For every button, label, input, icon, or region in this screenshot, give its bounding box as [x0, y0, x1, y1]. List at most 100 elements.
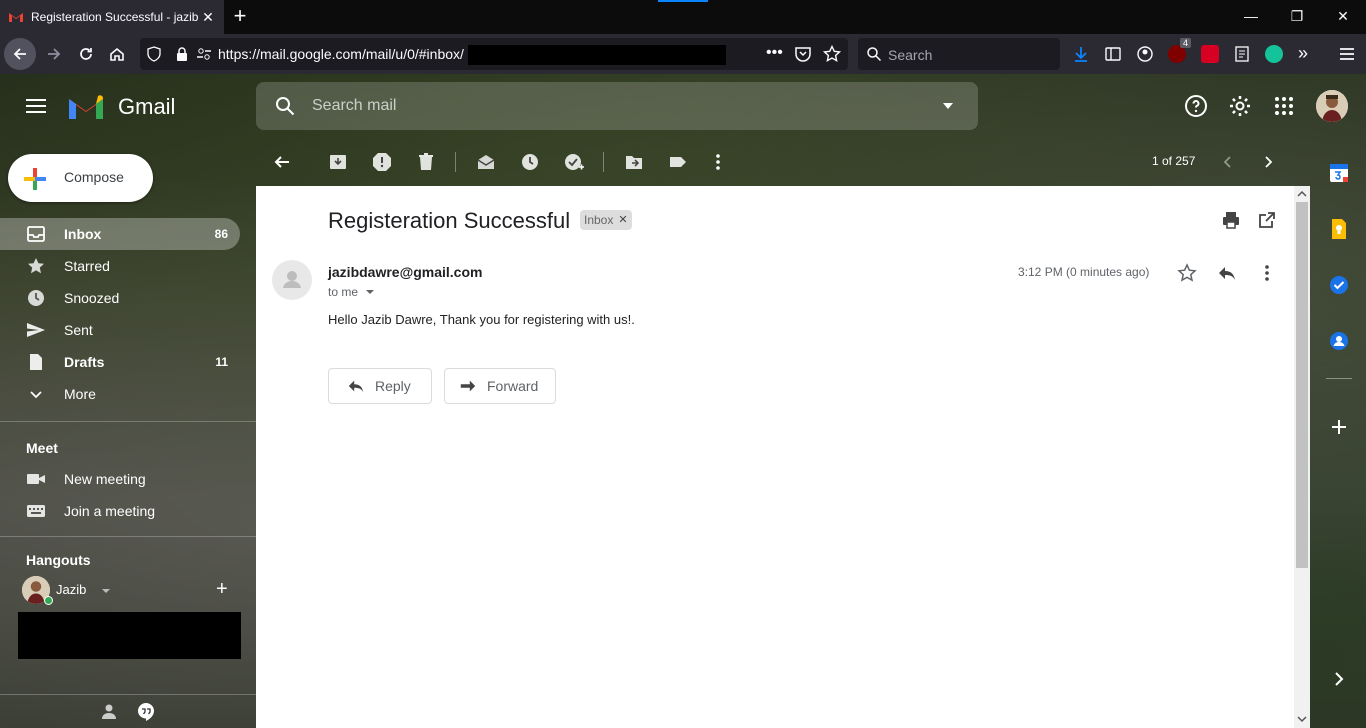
main-menu-icon[interactable]	[22, 94, 50, 118]
hangouts-user-name[interactable]: Jazib	[56, 582, 86, 597]
tab-close-icon[interactable]: ✕	[200, 9, 216, 25]
forward-button[interactable]	[38, 38, 70, 70]
online-status-dot	[44, 596, 53, 605]
side-panel-divider	[1326, 378, 1352, 379]
help-icon[interactable]	[1184, 94, 1208, 118]
permissions-icon[interactable]	[196, 46, 212, 62]
sidebar-item-label: Inbox	[64, 226, 102, 242]
forward-button[interactable]: Forward	[444, 368, 556, 404]
move-to-icon[interactable]	[624, 152, 644, 172]
snooze-clock-icon[interactable]	[520, 152, 540, 172]
archive-icon[interactable]	[328, 152, 348, 172]
expand-panel-chevron-icon[interactable]	[1328, 668, 1350, 690]
url-bar[interactable]: https://mail.google.com/mail/u/0/#inbox/…	[140, 38, 848, 70]
delete-trash-icon[interactable]	[416, 152, 436, 172]
recipient-summary[interactable]: to me	[328, 285, 375, 299]
contacts-icon[interactable]	[1328, 330, 1350, 352]
hangouts-section-title: Hangouts	[26, 552, 91, 568]
sidebar-divider	[0, 536, 256, 537]
new-tab-button[interactable]: +	[228, 5, 252, 29]
browser-menu-icon[interactable]	[1338, 45, 1356, 63]
sidebar-item-more[interactable]: More	[0, 378, 240, 410]
remove-label-icon[interactable]: ✕	[618, 210, 627, 230]
tasks-icon[interactable]	[1328, 274, 1350, 296]
compose-button[interactable]: Compose	[8, 154, 153, 202]
status-dropdown-icon[interactable]	[100, 586, 112, 596]
scroll-down-arrow-icon[interactable]	[1297, 715, 1307, 723]
page-actions-menu-icon[interactable]: •••	[766, 44, 783, 62]
compose-plus-icon	[24, 168, 46, 190]
scroll-up-arrow-icon[interactable]	[1297, 190, 1307, 198]
shield-icon[interactable]	[146, 46, 162, 62]
join-meeting-item[interactable]: Join a meeting	[0, 495, 240, 527]
label-tag-icon[interactable]	[668, 152, 688, 172]
sidebar-divider	[0, 421, 256, 422]
sidebar-item-inbox[interactable]: Inbox 86	[0, 218, 240, 250]
hangouts-chat-icon[interactable]	[136, 702, 156, 722]
more-options-icon[interactable]	[708, 152, 728, 172]
meet-section-title: Meet	[26, 440, 58, 456]
reply-button[interactable]: Reply	[328, 368, 432, 404]
gmail-logo-icon[interactable]	[66, 92, 106, 122]
add-hangout-icon[interactable]: +	[216, 578, 228, 601]
sidebar-item-snoozed[interactable]: Snoozed	[0, 282, 240, 314]
recipient-details-dropdown-icon[interactable]	[365, 288, 375, 296]
new-meeting-item[interactable]: New meeting	[0, 463, 240, 495]
grammarly-icon[interactable]	[1265, 45, 1283, 63]
inbox-label-chip: Inbox ✕	[580, 210, 632, 230]
bookmark-star-icon[interactable]	[823, 45, 841, 63]
sender-avatar[interactable]	[272, 260, 312, 300]
extension-red-icon[interactable]	[1201, 45, 1219, 63]
search-mail-box[interactable]	[256, 82, 978, 130]
keep-icon[interactable]	[1328, 218, 1350, 240]
report-spam-icon[interactable]	[372, 152, 392, 172]
home-icon	[110, 47, 124, 61]
open-new-window-icon[interactable]	[1257, 210, 1277, 230]
apps-grid-icon[interactable]	[1272, 94, 1296, 118]
add-task-icon[interactable]	[564, 152, 584, 172]
drafts-count-badge: 11	[215, 355, 228, 369]
sidebar-toggle-icon[interactable]	[1104, 45, 1122, 63]
back-to-inbox-icon[interactable]	[272, 152, 292, 172]
browser-search-bar[interactable]: Search	[858, 38, 1060, 70]
search-icon[interactable]	[274, 95, 296, 117]
search-options-dropdown-icon[interactable]	[940, 98, 956, 114]
pagination-text: 1 of 257	[1152, 154, 1196, 168]
reader-list-icon[interactable]	[1233, 45, 1251, 63]
home-button[interactable]	[101, 38, 133, 70]
download-icon[interactable]	[1072, 45, 1090, 63]
pocket-icon[interactable]	[794, 45, 812, 63]
contacts-person-icon[interactable]	[100, 702, 118, 720]
settings-gear-icon[interactable]	[1228, 94, 1252, 118]
sender-email[interactable]: jazibdawre@gmail.com	[328, 264, 482, 280]
message-more-options-icon[interactable]	[1257, 263, 1277, 283]
newer-chevron-left-icon[interactable]	[1218, 152, 1238, 172]
sidebar-item-starred[interactable]: Starred	[0, 250, 240, 282]
account-icon[interactable]	[1136, 45, 1154, 63]
close-window-button[interactable]: ✕	[1320, 0, 1366, 34]
video-camera-icon	[27, 474, 45, 484]
sidebar-item-drafts[interactable]: Drafts 11	[0, 346, 240, 378]
account-avatar[interactable]	[1316, 90, 1348, 122]
new-meeting-label: New meeting	[64, 471, 146, 487]
search-mail-input[interactable]	[312, 94, 912, 118]
sidebar-item-sent[interactable]: Sent	[0, 314, 240, 346]
minimize-button[interactable]: —	[1228, 0, 1274, 34]
compose-label: Compose	[64, 169, 124, 185]
reload-button[interactable]	[70, 38, 102, 70]
get-addons-plus-icon[interactable]	[1328, 416, 1350, 438]
older-chevron-right-icon[interactable]	[1258, 152, 1278, 172]
mark-unread-icon[interactable]	[476, 152, 496, 172]
restore-button[interactable]: ❐	[1274, 0, 1320, 34]
hangouts-redaction	[18, 612, 241, 659]
print-icon[interactable]	[1221, 210, 1241, 230]
star-message-icon[interactable]	[1177, 263, 1197, 283]
back-button[interactable]	[4, 38, 36, 70]
scrollbar-thumb[interactable]	[1296, 202, 1308, 568]
calendar-icon[interactable]	[1328, 162, 1350, 184]
browser-tab-active[interactable]: Registeration Successful - jazib ✕	[0, 0, 224, 34]
browser-tab-bar: Registeration Successful - jazib ✕ + — ❐…	[0, 0, 1366, 34]
reply-arrow-icon[interactable]	[1217, 263, 1237, 283]
lock-icon[interactable]	[174, 46, 190, 62]
more-extensions-icon[interactable]: »	[1298, 43, 1308, 64]
